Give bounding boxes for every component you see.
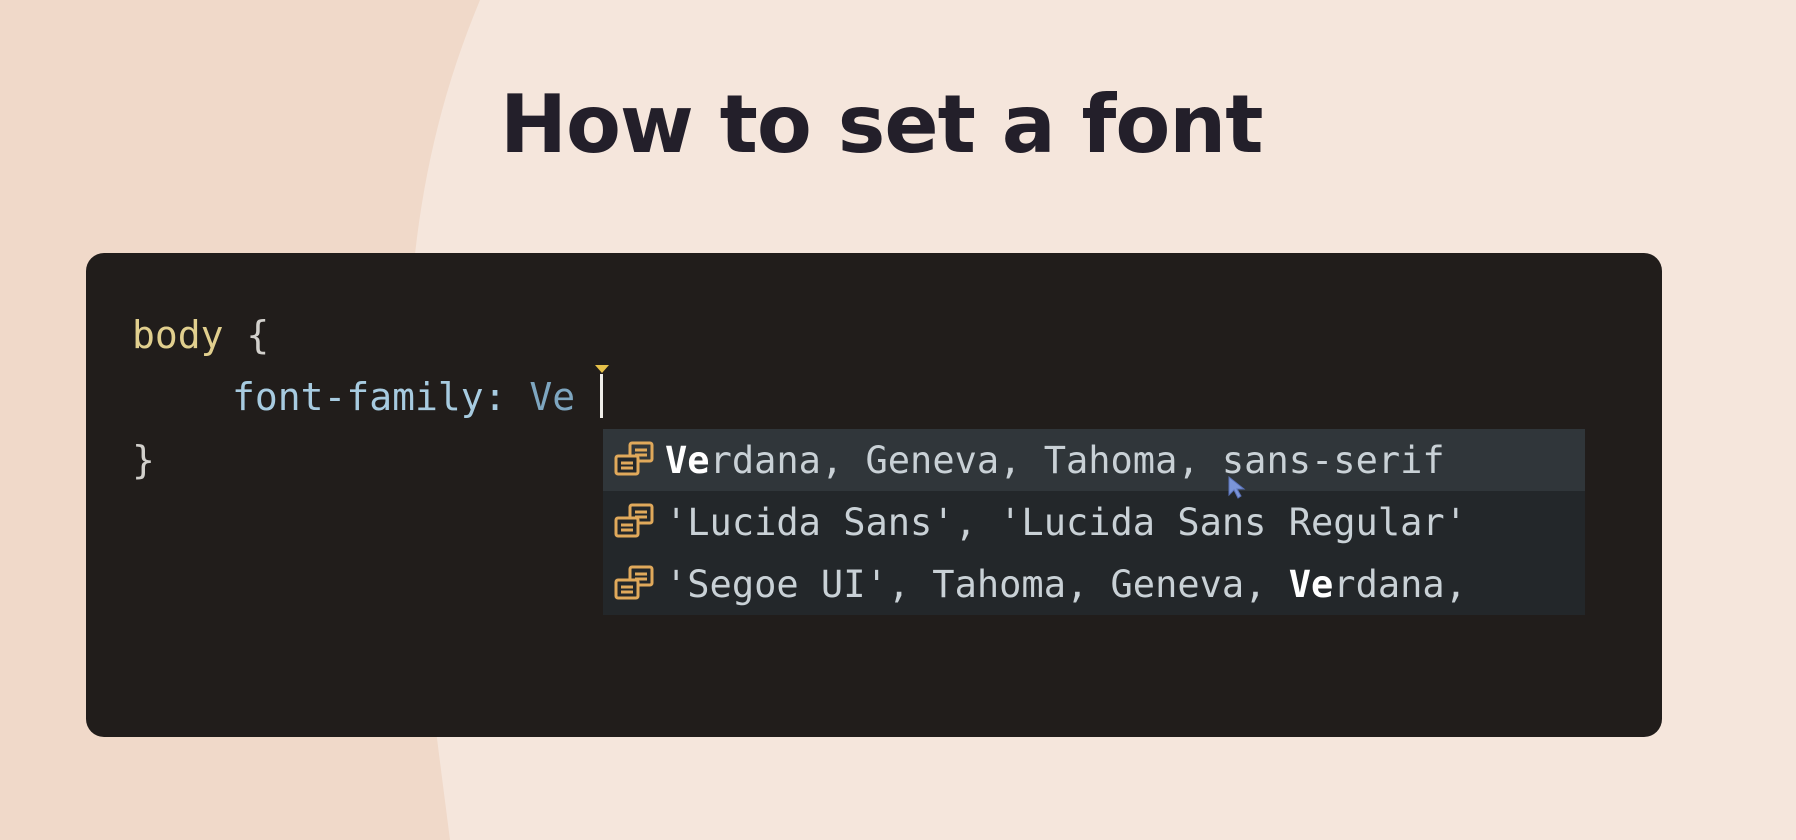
close-brace: } <box>132 438 155 482</box>
suggestion-item-verdana[interactable]: Verdana, Geneva, Tahoma, sans-serif <box>603 429 1585 491</box>
code-line-1: body { <box>132 316 269 354</box>
suggestion-match: Ve <box>665 438 710 482</box>
cursor-marker-icon <box>595 365 609 373</box>
suggestion-rest: rdana, Geneva, Tahoma, sans-serif <box>709 438 1445 482</box>
mouse-pointer-icon <box>1228 475 1246 499</box>
css-value-typed: Ve <box>506 375 576 419</box>
autocomplete-dropdown[interactable]: Verdana, Geneva, Tahoma, sans-serif 'Luc… <box>603 429 1585 615</box>
value-enum-icon <box>614 565 654 600</box>
suggestion-label: Verdana, Geneva, Tahoma, sans-serif <box>665 439 1445 482</box>
text-cursor <box>600 374 603 418</box>
suggestion-item-segoe-ui[interactable]: 'Segoe UI', Tahoma, Geneva, Verdana, <box>603 553 1585 615</box>
code-line-2: font-family: Ve <box>232 378 575 416</box>
suggestion-rest: rdana, <box>1333 562 1467 606</box>
css-property: font-family: <box>232 375 507 419</box>
open-brace: { <box>223 313 270 357</box>
suggestion-before: 'Segoe UI', Tahoma, Geneva, <box>665 562 1289 606</box>
css-selector: body <box>132 313 224 357</box>
code-editor[interactable]: body { font-family: Ve } Verdana, Geneva… <box>86 253 1662 737</box>
suggestion-label: 'Lucida Sans', 'Lucida Sans Regular' <box>665 500 1467 544</box>
value-enum-icon <box>614 503 654 538</box>
page-title: How to set a font <box>500 78 1264 171</box>
suggestion-label: 'Segoe UI', Tahoma, Geneva, Verdana, <box>665 563 1467 606</box>
value-enum-icon <box>614 441 654 476</box>
code-line-3: } <box>132 441 155 479</box>
suggestion-item-lucida-sans[interactable]: 'Lucida Sans', 'Lucida Sans Regular' <box>603 491 1585 553</box>
suggestion-match: Ve <box>1288 562 1334 606</box>
